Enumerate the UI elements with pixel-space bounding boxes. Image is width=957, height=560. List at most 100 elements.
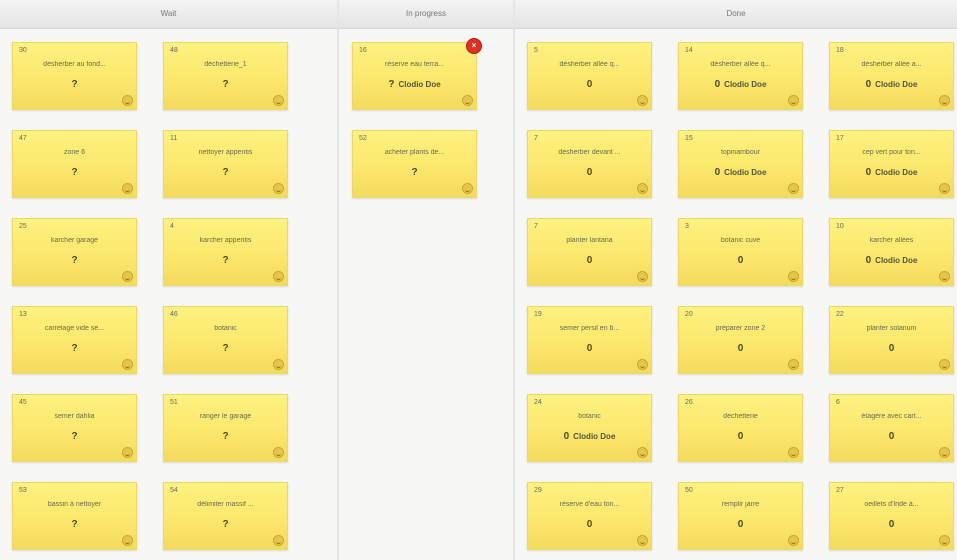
task-card[interactable]: 17 cep vert pour ton... 0 Clodio Doe xyxy=(829,130,954,198)
card-estimate: 0 xyxy=(888,519,895,530)
smiley-icon xyxy=(122,183,133,194)
task-card[interactable]: 11 nettoyer appentis? xyxy=(163,130,288,198)
kanban-board: Wait 30 désherber au fond...? 48 déchetteri… xyxy=(0,0,957,560)
card-title: topinambour xyxy=(721,149,760,156)
card-estimate-row: ? xyxy=(13,255,136,266)
card-title: désherber allée q... xyxy=(710,61,771,68)
card-estimate: ? xyxy=(222,519,229,530)
card-estimate: 0 xyxy=(563,431,570,442)
task-card[interactable]: 30 désherber au fond...? xyxy=(12,42,137,110)
card-estimate-row: 0 xyxy=(528,343,651,354)
smiley-icon xyxy=(939,95,950,106)
task-card[interactable]: 5 désherber allée q... 0 xyxy=(527,42,652,110)
task-card[interactable]: 46 botanic? xyxy=(163,306,288,374)
card-title: bassin à nettoyer xyxy=(47,501,102,508)
card-estimate-row: ? xyxy=(164,255,287,266)
column-done: Done 5 désherber allée q... 0 14 désherber a… xyxy=(515,0,957,560)
task-card[interactable]: 47 zone 6? xyxy=(12,130,137,198)
card-title: karcher allées xyxy=(869,237,914,244)
smiley-icon xyxy=(273,95,284,106)
task-card[interactable]: 25 karcher garage? xyxy=(12,218,137,286)
smiley-icon xyxy=(122,271,133,282)
card-number: 30 xyxy=(19,47,27,54)
card-title: désherber au fond... xyxy=(43,61,106,68)
card-estimate-row: ? xyxy=(164,519,287,530)
card-title: semer persil en b... xyxy=(559,325,620,332)
task-card[interactable]: 53 bassin à nettoyer? xyxy=(12,482,137,550)
card-number: 6 xyxy=(836,399,840,406)
card-title: réserve eau terra... xyxy=(384,61,445,68)
card-estimate-row: 0 xyxy=(679,431,802,442)
task-card[interactable]: 7 planter lantana 0 xyxy=(527,218,652,286)
smiley-icon xyxy=(462,95,473,106)
card-title: karcher appentis xyxy=(199,237,252,244)
smiley-icon xyxy=(939,271,950,282)
smiley-icon xyxy=(122,359,133,370)
task-card[interactable]: 16 réserve eau terra...? Clodio Doe × xyxy=(352,38,482,110)
card-assignee: Clodio Doe xyxy=(724,168,767,177)
card-estimate: ? xyxy=(388,79,395,90)
card-title: carrelage vide se... xyxy=(44,325,105,332)
smiley-icon xyxy=(637,535,648,546)
card-estimate: ? xyxy=(222,79,229,90)
task-card[interactable]: 7 désherber devant ... 0 xyxy=(527,130,652,198)
task-card[interactable]: 10 karcher allées 0 Clodio Doe xyxy=(829,218,954,286)
smiley-icon xyxy=(637,271,648,282)
card-estimate: ? xyxy=(222,255,229,266)
task-card[interactable]: 14 désherber allée q... 0 Clodio Doe xyxy=(678,42,803,110)
card-estimate: 0 xyxy=(714,79,721,90)
card-estimate-row: 0 Clodio Doe xyxy=(679,167,802,178)
card-estimate: 0 xyxy=(586,519,593,530)
task-card[interactable]: 22 planter solanum 0 xyxy=(829,306,954,374)
card-estimate: 0 xyxy=(737,343,744,354)
card-estimate: 0 xyxy=(714,167,721,178)
task-card[interactable]: 6 étagère avec cart... 0 xyxy=(829,394,954,462)
task-card[interactable]: 20 préparer zone 2 0 xyxy=(678,306,803,374)
task-card[interactable]: 15 topinambour 0 Clodio Doe xyxy=(678,130,803,198)
card-number: 46 xyxy=(170,311,178,318)
task-card[interactable]: 50 remplir jarre 0 xyxy=(678,482,803,550)
smiley-icon xyxy=(273,271,284,282)
task-card[interactable]: 45 semer dahlia? xyxy=(12,394,137,462)
task-card[interactable]: 52 acheter plants de...? xyxy=(352,130,477,198)
card-number: 7 xyxy=(534,135,538,142)
card-estimate-row: 0 Clodio Doe xyxy=(830,255,953,266)
blocked-badge-icon[interactable]: × xyxy=(466,38,482,54)
card-number: 11 xyxy=(170,135,178,142)
card-estimate-row: 0 xyxy=(830,343,953,354)
card-estimate-row: ? Clodio Doe xyxy=(353,79,476,90)
task-card[interactable]: 18 désherber allée a... 0 Clodio Doe xyxy=(829,42,954,110)
card-number: 45 xyxy=(19,399,27,406)
task-card[interactable]: 51 ranger le garage? xyxy=(163,394,288,462)
smiley-icon xyxy=(273,183,284,194)
card-title: planter solanum xyxy=(866,325,917,332)
smiley-icon xyxy=(788,535,799,546)
card-number: 3 xyxy=(685,223,689,230)
card-assignee: Clodio Doe xyxy=(875,256,918,265)
smiley-icon xyxy=(788,271,799,282)
task-card[interactable]: 3 botanic cuve 0 xyxy=(678,218,803,286)
task-card[interactable]: 29 réserve d'eau ton... 0 xyxy=(527,482,652,550)
card-number: 50 xyxy=(685,487,693,494)
card-estimate: 0 xyxy=(737,255,744,266)
task-card[interactable]: 24 botanic 0 Clodio Doe xyxy=(527,394,652,462)
task-card[interactable]: 48 déchetterie_1? xyxy=(163,42,288,110)
task-card[interactable]: 13 carrelage vide se...? xyxy=(12,306,137,374)
card-estimate: ? xyxy=(71,167,78,178)
card-estimate: 0 xyxy=(586,343,593,354)
card-title: botanic cuve xyxy=(720,237,761,244)
task-card[interactable]: 19 semer persil en b... 0 xyxy=(527,306,652,374)
column-header-in-progress: In progress xyxy=(339,0,513,29)
task-card[interactable]: 54 délimiter massif ...? xyxy=(163,482,288,550)
column-header-done: Done xyxy=(515,0,957,29)
card-estimate-row: 0 Clodio Doe xyxy=(830,79,953,90)
card-assignee: Clodio Doe xyxy=(573,432,616,441)
task-card[interactable]: 27 oeillets d'Inde à... 0 xyxy=(829,482,954,550)
card-title: désherber allée a... xyxy=(861,61,922,68)
card-estimate: 0 xyxy=(888,431,895,442)
smiley-icon xyxy=(939,359,950,370)
card-title: planter lantana xyxy=(566,237,613,244)
task-card[interactable]: 26 déchetterie 0 xyxy=(678,394,803,462)
card-estimate-row: 0 xyxy=(830,431,953,442)
task-card[interactable]: 4 karcher appentis? xyxy=(163,218,288,286)
